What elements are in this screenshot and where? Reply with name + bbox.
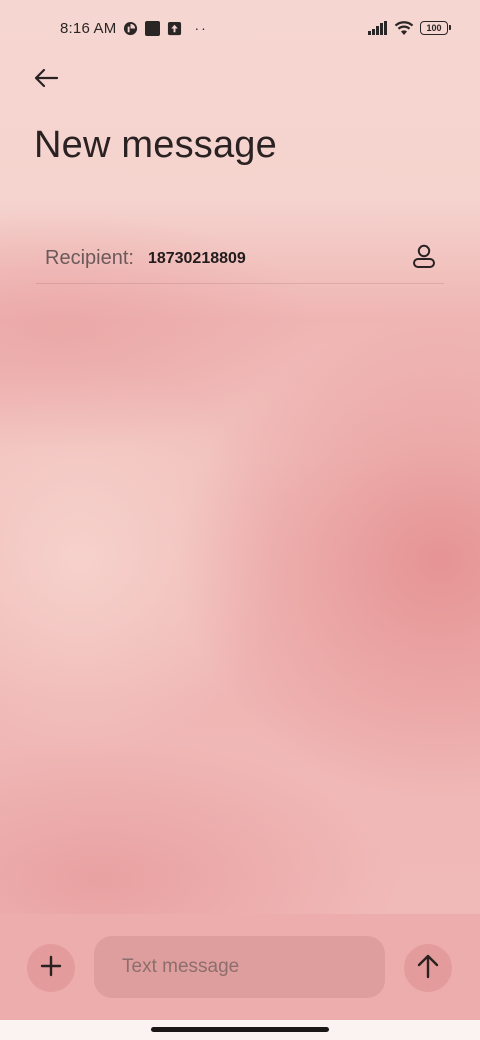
home-indicator[interactable] xyxy=(151,1027,329,1032)
upload-icon xyxy=(166,20,182,36)
status-left: 8:16 AM ·· xyxy=(60,20,208,37)
more-dots-icon: ·· xyxy=(194,20,208,36)
status-time: 8:16 AM xyxy=(60,19,117,37)
message-input[interactable] xyxy=(94,936,385,998)
status-bar: 8:16 AM ·· 100 xyxy=(0,0,480,56)
message-composer xyxy=(0,914,480,1020)
person-icon xyxy=(411,243,437,274)
status-right: 100 xyxy=(368,20,451,36)
send-button[interactable] xyxy=(404,944,452,992)
battery-icon: 100 xyxy=(420,21,451,35)
navigation-bar xyxy=(0,1020,480,1040)
wifi-icon xyxy=(394,20,414,36)
data-saver-icon xyxy=(122,20,138,36)
signal-icon xyxy=(368,20,388,36)
recipient-field[interactable]: Recipient: 18730218809 xyxy=(36,234,444,284)
add-attachment-button[interactable] xyxy=(27,944,75,992)
recipient-number[interactable]: 18730218809 xyxy=(148,250,246,268)
arrow-up-icon xyxy=(416,953,440,984)
app-notification-icon xyxy=(144,20,160,36)
add-contact-button[interactable] xyxy=(404,239,444,279)
back-button[interactable] xyxy=(24,62,68,98)
recipient-label: Recipient: xyxy=(45,247,134,269)
page-title: New message xyxy=(34,124,277,166)
plus-icon xyxy=(39,954,63,983)
arrow-left-icon xyxy=(33,68,59,93)
